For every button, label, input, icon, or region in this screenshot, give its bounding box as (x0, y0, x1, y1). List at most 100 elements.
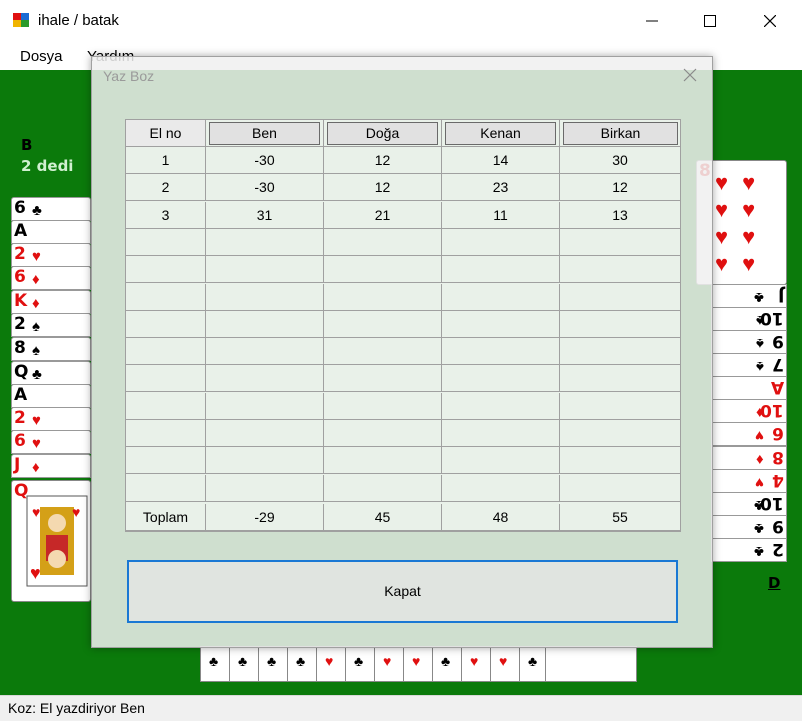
maximize-button[interactable] (680, 0, 740, 42)
card-suit-pips: ♥ (32, 435, 45, 452)
score-cell (324, 447, 442, 475)
total-ben: -29 (206, 504, 324, 531)
right-hand-card: 7 ♠ (711, 353, 787, 377)
card-rank: J (14, 455, 21, 475)
score-cell (324, 365, 442, 393)
bottom-hand-card[interactable] (545, 646, 637, 682)
score-cell (560, 311, 680, 338)
dialog-close-icon[interactable] (682, 67, 698, 83)
right-hand-card: 9 ♣ (711, 515, 787, 539)
score-cell: 23 (442, 174, 560, 202)
score-cell (560, 447, 680, 475)
bottom-hand-card[interactable]: ♣ (345, 646, 375, 682)
bottom-hand-card[interactable]: ♥ (316, 646, 346, 682)
score-cell (560, 365, 680, 393)
score-cell (324, 283, 442, 311)
card-rank: 9 (772, 331, 784, 351)
score-row (126, 310, 680, 338)
bottom-hand-card[interactable]: ♥ (490, 646, 520, 682)
score-row (126, 420, 680, 447)
score-cell (324, 392, 442, 420)
column-header-ben[interactable]: Ben (209, 122, 320, 145)
score-cell (560, 420, 680, 447)
bottom-hand-card[interactable]: ♥ (461, 646, 491, 682)
card-suit-pips: ♠ (752, 358, 764, 375)
bottom-hand-card[interactable]: ♣ (229, 646, 259, 682)
score-cell (206, 338, 324, 366)
card-suit-pips: ♣ (32, 366, 46, 383)
card-suit-pips: ♣ (32, 202, 46, 219)
window-title: ihale / batak (38, 12, 119, 29)
score-cell (442, 283, 560, 311)
right-hand-card: A (711, 376, 787, 400)
card-suit-pips: ♠ (32, 318, 44, 335)
right-hand-card: 9 ♠ (711, 330, 787, 354)
left-hand-card: 8 ♠ (11, 337, 91, 361)
score-row (126, 338, 680, 366)
bottom-hand-card[interactable]: ♣ (432, 646, 462, 682)
score-cell (324, 474, 442, 502)
kapat-button[interactable]: Kapat (127, 560, 678, 623)
menu-dosya[interactable]: Dosya (20, 48, 63, 65)
minimize-button[interactable] (622, 0, 682, 42)
club-icon: ♣ (296, 653, 306, 669)
column-header-kenan[interactable]: Kenan (445, 122, 556, 145)
score-cell: 14 (442, 147, 560, 174)
cards-app-icon (13, 13, 29, 27)
score-cell (560, 229, 680, 256)
minimize-icon (646, 20, 658, 22)
score-cell: 21 (324, 201, 442, 229)
right-hand-card: 10 ♠ (711, 307, 787, 331)
score-cell (560, 393, 680, 420)
bottom-hand-card[interactable]: ♥ (403, 646, 433, 682)
left-hand-card: 2 ♥ (11, 243, 91, 267)
score-cell (126, 228, 206, 256)
right-hand-card: J ♣ (711, 284, 787, 308)
score-cell (126, 310, 206, 338)
score-cell: 1 (126, 147, 206, 174)
score-row: 2 -30 12 23 12 (126, 174, 680, 202)
total-kenan: 48 (442, 504, 560, 531)
column-header-doga[interactable]: Doğa (327, 122, 438, 145)
dialog-title: Yaz Boz (103, 68, 155, 84)
score-cell (560, 284, 680, 311)
score-dialog: Yaz Boz El no Ben Doğa Kenan Birkan 1 -30… (91, 56, 713, 648)
bottom-hand-card[interactable]: ♣ (200, 646, 230, 682)
heart-icon: ♥ (383, 653, 392, 669)
right-hand-card: 10 ♦ (711, 399, 787, 423)
card-suit-pips: ♣ (750, 543, 764, 560)
score-cell (206, 310, 324, 338)
right-hand-card: 10 ♣ (711, 492, 787, 516)
card-rank: 4 (772, 470, 784, 490)
score-cell (560, 475, 680, 502)
heart-icon: ♥ (470, 653, 479, 669)
right-hand-card: 6 ♥ (711, 422, 787, 446)
score-cell (560, 338, 680, 366)
card-rank: 8 (772, 447, 784, 467)
status-bar: Koz: El yazdiriyor Ben (0, 695, 802, 721)
score-row: 3 31 21 11 13 (126, 201, 680, 229)
left-hand-card: Q ♣ (11, 361, 91, 385)
score-row (126, 283, 680, 311)
score-cell: 12 (324, 147, 442, 174)
bottom-hand-card[interactable]: ♣ (258, 646, 288, 682)
club-icon: ♣ (238, 653, 248, 669)
left-hand-card: 6 ♥ (11, 430, 91, 454)
bottom-hand-card[interactable]: ♣ (287, 646, 317, 682)
close-window-button[interactable] (740, 0, 800, 42)
card-rank: 2 (14, 314, 26, 334)
card-suit-pips: ♠ (752, 335, 764, 352)
right-hand-card: 4 ♥ (711, 469, 787, 493)
score-cell (442, 392, 560, 420)
left-hand-card: 6 ♦ (11, 266, 91, 290)
score-cell: 11 (442, 201, 560, 229)
card-rank: Q (14, 362, 29, 382)
card-rank: A (770, 377, 784, 397)
bottom-hand-card[interactable]: ♥ (374, 646, 404, 682)
score-cell (126, 338, 206, 366)
column-header-birkan[interactable]: Birkan (563, 122, 678, 145)
score-cell (324, 420, 442, 447)
score-cell (126, 447, 206, 475)
score-cell (442, 447, 560, 475)
club-icon: ♣ (209, 653, 219, 669)
